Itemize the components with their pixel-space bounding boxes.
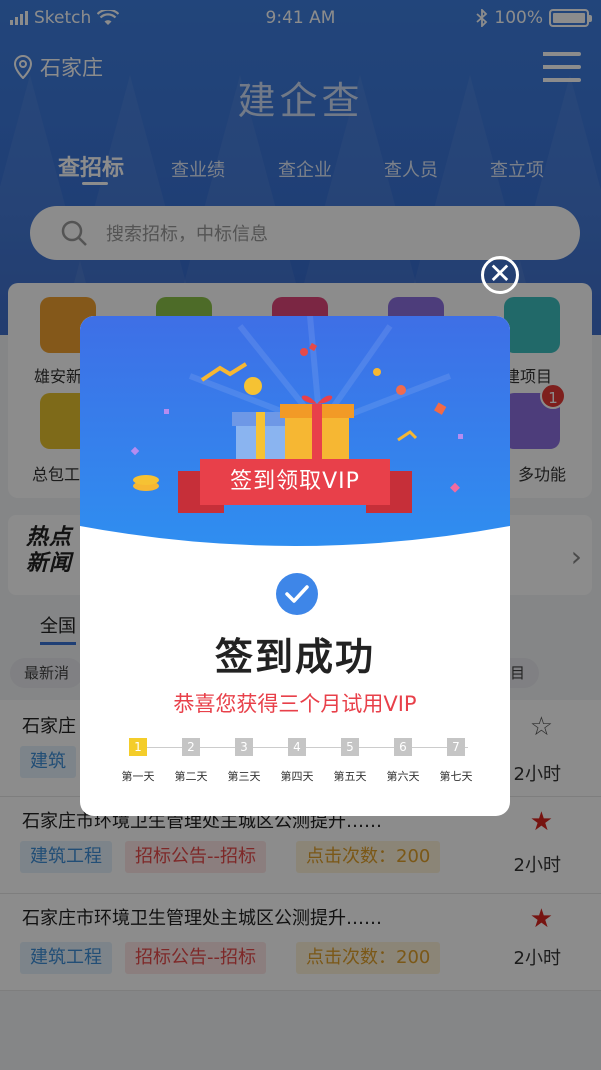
day-label: 第五天	[333, 770, 367, 783]
day-marker: 3	[235, 738, 253, 756]
day-label: 第三天	[227, 770, 261, 783]
day-label: 第六天	[386, 770, 420, 783]
day-label: 第四天	[280, 770, 314, 783]
day-label: 第七天	[439, 770, 473, 783]
day-marker: 5	[341, 738, 359, 756]
day-marker: 2	[182, 738, 200, 756]
check-circle-icon	[276, 573, 318, 615]
modal-banner	[80, 316, 510, 556]
day-marker: 1	[129, 738, 147, 756]
close-icon[interactable]: ✕	[481, 256, 519, 294]
day-marker: 7	[447, 738, 465, 756]
gift-illustration	[80, 316, 510, 546]
day-marker: 6	[394, 738, 412, 756]
success-title: 签到成功	[214, 635, 375, 679]
checkin-modal: 签到领取VIP 签到成功 恭喜您获得三个月试用VIP 1 第一天 2 第二天 3 第三天 4…	[80, 316, 510, 816]
ribbon-banner: 签到领取VIP	[200, 459, 390, 505]
day-marker: 4	[288, 738, 306, 756]
day-label: 第二天	[174, 770, 208, 783]
day-label: 第一天	[121, 770, 155, 783]
success-subtitle: 恭喜您获得三个月试用VIP	[173, 692, 417, 716]
